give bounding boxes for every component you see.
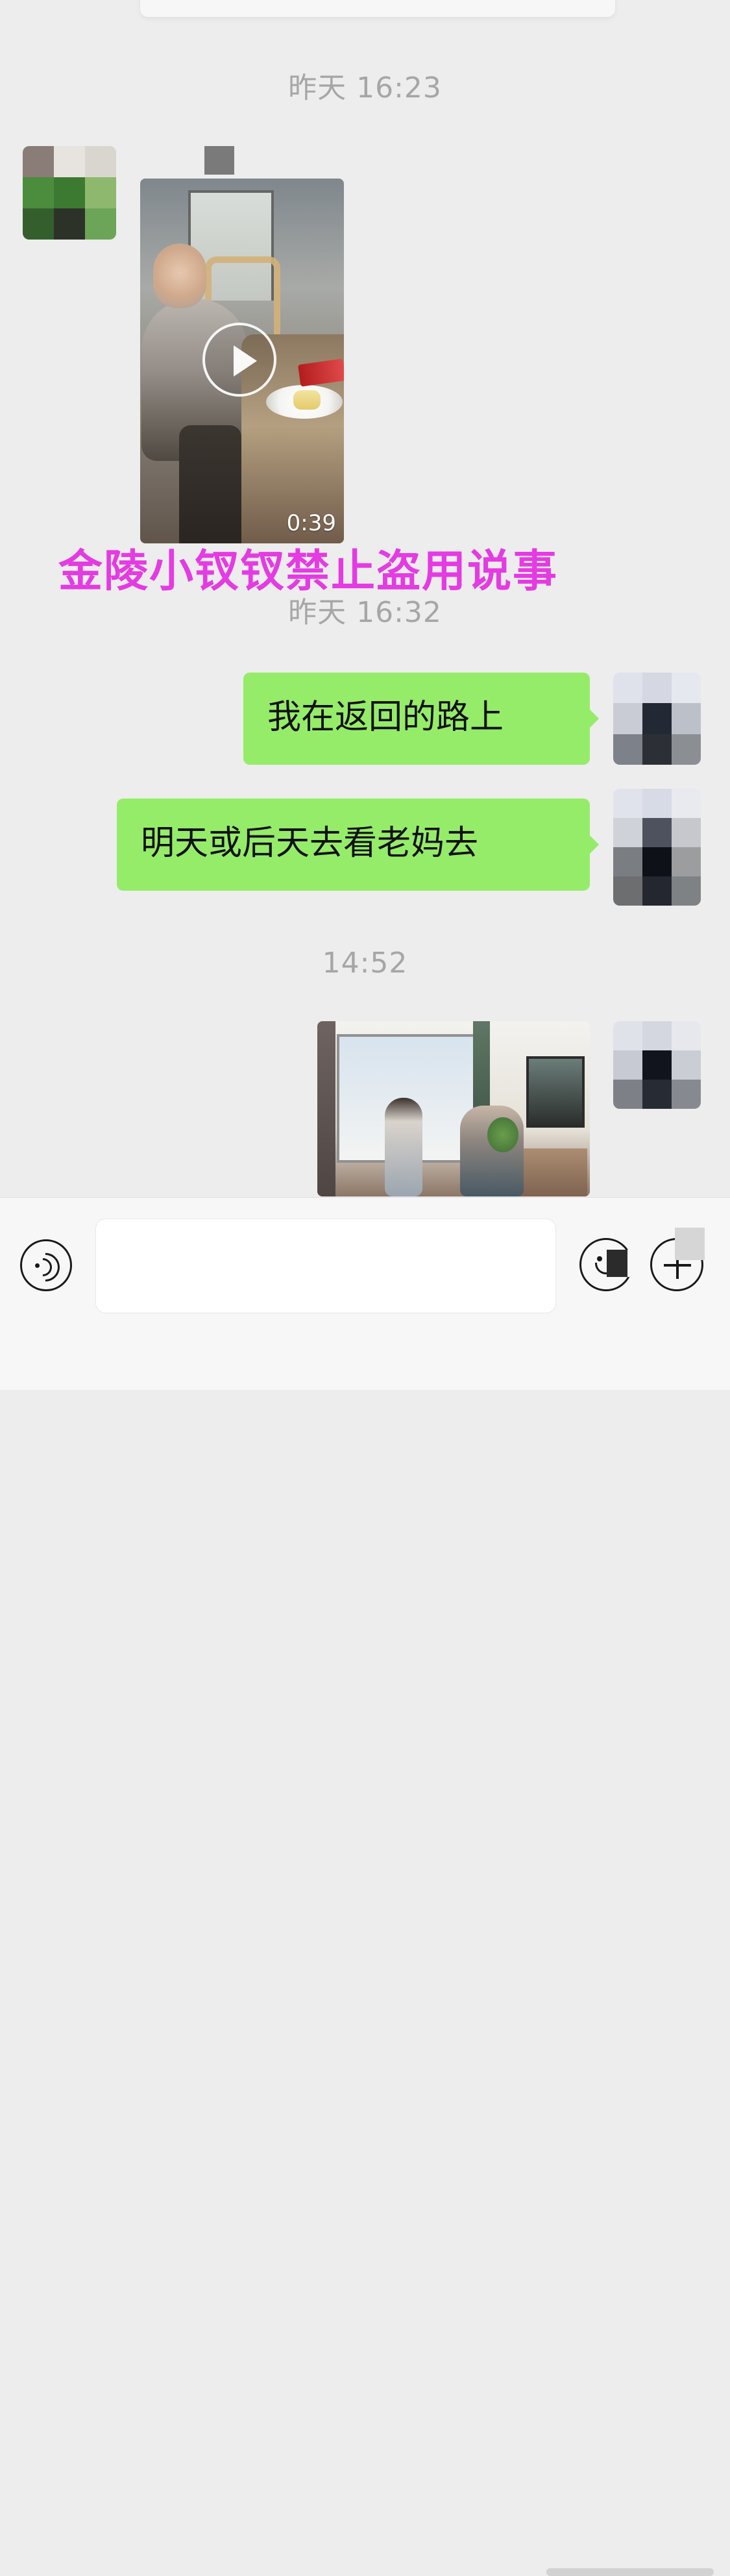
photo-plant — [487, 1117, 518, 1152]
blur-tile — [675, 1228, 705, 1260]
contact-avatar[interactable] — [23, 146, 116, 240]
avatar-tile — [642, 789, 672, 818]
name-blur-tile — [204, 146, 234, 175]
avatar-tile — [642, 1050, 672, 1080]
avatar-tile — [23, 146, 54, 177]
avatar-tile — [642, 703, 672, 734]
avatar-tile — [85, 177, 116, 208]
avatar-tile — [642, 876, 672, 906]
video-message[interactable]: 0:39 — [140, 179, 344, 543]
avatar-tile — [54, 146, 85, 177]
avatar-tile — [642, 818, 672, 847]
timestamp-first: 昨天 16:23 — [288, 71, 442, 105]
top-message-card — [140, 0, 615, 17]
avatar-tile — [23, 177, 54, 208]
avatar-tile — [642, 1080, 672, 1109]
avatar-tile — [613, 734, 642, 765]
avatar-tile — [54, 208, 85, 240]
avatar-tile — [613, 789, 642, 818]
avatar-tile — [85, 208, 116, 240]
voice-button[interactable] — [20, 1239, 72, 1291]
photo-tv — [526, 1056, 585, 1128]
video-person-legs — [179, 425, 241, 543]
message-text-1: 我在返回的路上 — [267, 698, 504, 737]
avatar-tile — [613, 818, 642, 847]
self-avatar-1[interactable] — [613, 673, 701, 765]
message-input[interactable] — [95, 1219, 556, 1313]
avatar-tile — [672, 876, 701, 906]
video-person-head — [153, 243, 206, 308]
avatar-tile — [613, 703, 642, 734]
avatar-tile — [642, 1021, 672, 1050]
home-indicator — [546, 2568, 714, 2576]
photo-person-b — [460, 1106, 524, 1196]
self-avatar-3[interactable] — [613, 1021, 701, 1109]
avatar-tile — [613, 673, 642, 704]
avatar-tile — [642, 734, 672, 765]
outgoing-message-2[interactable]: 明天或后天去看老妈去 — [117, 799, 599, 891]
input-blur-right — [675, 1228, 705, 1260]
sender-name-blur — [204, 146, 234, 175]
photo-left-wall — [317, 1021, 335, 1196]
blur-tile — [627, 1250, 648, 1277]
avatar-tile — [672, 734, 701, 765]
timestamp-second: 昨天 16:32 — [288, 596, 442, 629]
avatar-tile — [85, 146, 116, 177]
avatar-tile — [672, 789, 701, 818]
avatar-tile — [642, 673, 672, 704]
avatar-tile — [613, 1050, 642, 1080]
avatar-tile — [613, 847, 642, 876]
outgoing-message-1[interactable]: 我在返回的路上 — [243, 673, 599, 765]
avatar-tile — [672, 673, 701, 704]
avatar-tile — [613, 1021, 642, 1050]
timestamp-third: 14:52 — [322, 947, 408, 980]
input-blur-left — [607, 1250, 648, 1277]
video-food — [293, 390, 321, 410]
watermark-text: 金陵小钗钗禁止盗用说事 — [58, 546, 559, 597]
avatar-tile — [23, 208, 54, 240]
input-bar — [0, 1197, 730, 2576]
avatar-tile — [613, 1080, 642, 1109]
avatar-tile — [672, 1080, 701, 1109]
play-icon[interactable] — [202, 323, 276, 397]
self-avatar-2[interactable] — [613, 789, 701, 906]
photo-person-a — [385, 1098, 422, 1196]
avatar-tile — [672, 818, 701, 847]
photo-message[interactable] — [317, 1021, 590, 1196]
avatar-tile — [642, 847, 672, 876]
avatar-tile — [672, 1050, 701, 1080]
avatar-tile — [54, 177, 85, 208]
blur-tile — [607, 1250, 627, 1277]
avatar-tile — [672, 1021, 701, 1050]
message-text-2: 明天或后天去看老妈去 — [141, 824, 479, 863]
avatar-tile — [613, 876, 642, 906]
voice-icon-arc — [25, 1246, 66, 1288]
avatar-tile — [672, 703, 701, 734]
video-duration: 0:39 — [286, 510, 336, 536]
avatar-tile — [672, 847, 701, 876]
